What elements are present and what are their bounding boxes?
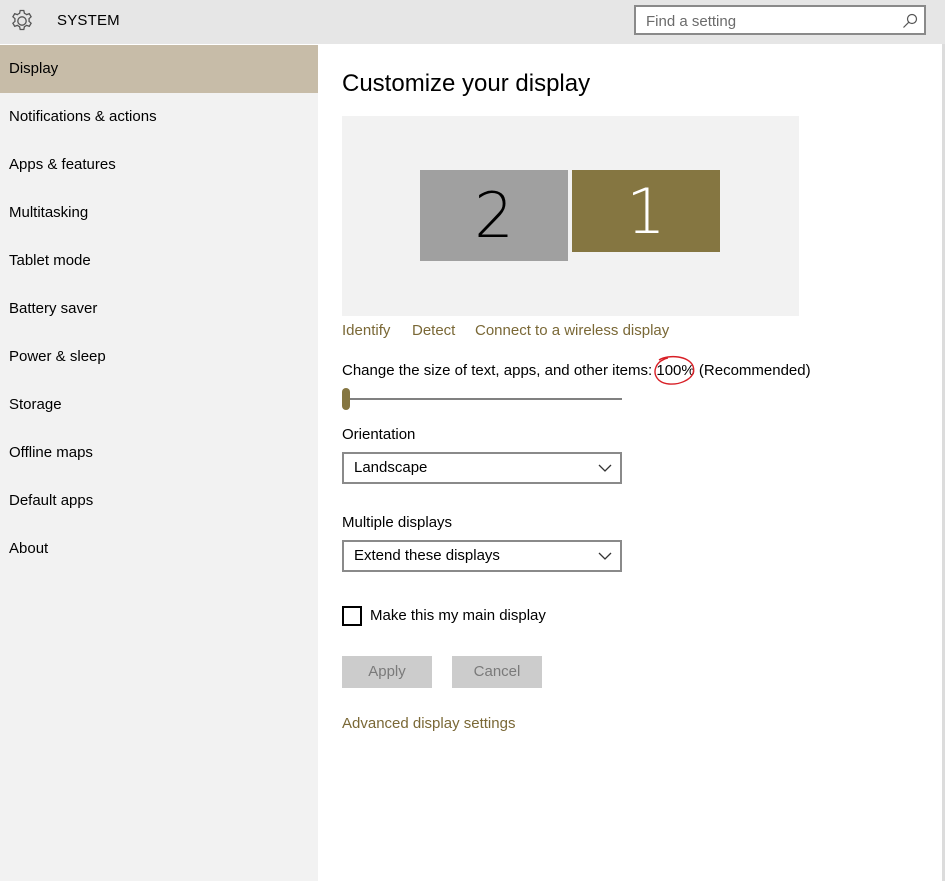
sidebar-item-notifications[interactable]: Notifications & actions <box>0 93 318 141</box>
apply-button[interactable]: Apply <box>342 656 432 688</box>
sidebar-item-display[interactable]: Display <box>0 45 318 93</box>
sidebar-item-default-apps[interactable]: Default apps <box>0 477 318 525</box>
sidebar-item-battery-saver[interactable]: Battery saver <box>0 285 318 333</box>
search-input[interactable] <box>646 11 896 31</box>
advanced-display-settings-link[interactable]: Advanced display settings <box>342 715 515 732</box>
search-box[interactable] <box>634 5 926 35</box>
orientation-dropdown[interactable]: Landscape <box>342 452 622 484</box>
main-content: Customize your display 2 1 Identify Dete… <box>318 44 942 881</box>
orientation-value: Landscape <box>354 459 428 476</box>
sidebar: Display Notifications & actions Apps & f… <box>0 45 318 881</box>
sidebar-item-apps-features[interactable]: Apps & features <box>0 141 318 189</box>
sidebar-item-storage[interactable]: Storage <box>0 381 318 429</box>
page-title: Customize your display <box>342 70 591 97</box>
display-arrangement-preview: 2 1 <box>342 116 799 316</box>
app-title: SYSTEM <box>57 12 120 29</box>
sidebar-item-power-sleep[interactable]: Power & sleep <box>0 333 318 381</box>
scale-label-prefix: Change the size of text, apps, and other… <box>342 362 657 379</box>
main-display-checkbox[interactable] <box>342 606 362 626</box>
monitor-1-tile[interactable]: 1 <box>572 170 720 252</box>
main-display-checkbox-label[interactable]: Make this my main display <box>370 607 546 624</box>
detect-link[interactable]: Detect <box>412 322 455 339</box>
sidebar-item-offline-maps[interactable]: Offline maps <box>0 429 318 477</box>
scale-slider-thumb[interactable] <box>342 388 350 410</box>
multiple-displays-dropdown[interactable]: Extend these displays <box>342 540 622 572</box>
scale-label: Change the size of text, apps, and other… <box>342 355 811 385</box>
sidebar-item-about[interactable]: About <box>0 525 318 573</box>
scale-label-suffix: (Recommended) <box>694 362 811 379</box>
cancel-button[interactable]: Cancel <box>452 656 542 688</box>
multiple-displays-label: Multiple displays <box>342 514 453 531</box>
scale-value-wrapper: 100% <box>654 355 695 385</box>
orientation-label: Orientation <box>342 426 416 443</box>
chevron-down-icon <box>598 464 612 472</box>
search-icon[interactable] <box>902 13 918 29</box>
scale-slider-track[interactable] <box>342 398 622 400</box>
chevron-down-icon <box>598 552 612 560</box>
annotation-circle <box>654 355 695 385</box>
sidebar-item-multitasking[interactable]: Multitasking <box>0 189 318 237</box>
title-bar: SYSTEM <box>0 0 945 44</box>
wireless-display-link[interactable]: Connect to a wireless display <box>475 322 669 339</box>
identify-link[interactable]: Identify <box>342 322 390 339</box>
multiple-displays-value: Extend these displays <box>354 547 500 564</box>
monitor-2-tile[interactable]: 2 <box>420 170 568 261</box>
sidebar-item-tablet-mode[interactable]: Tablet mode <box>0 237 318 285</box>
gear-icon <box>12 9 32 31</box>
